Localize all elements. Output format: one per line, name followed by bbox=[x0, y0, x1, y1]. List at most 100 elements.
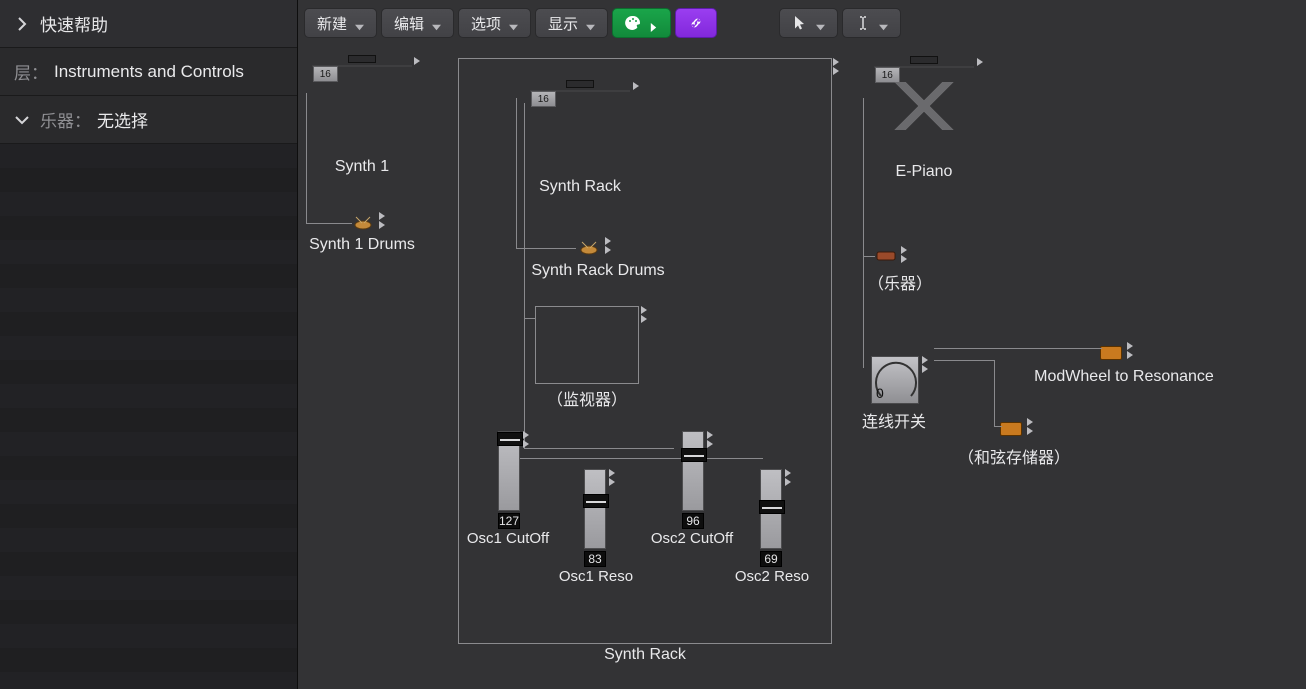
monitor-label: （监视器） bbox=[535, 386, 639, 410]
fader-port[interactable] bbox=[608, 467, 622, 487]
wire bbox=[306, 223, 352, 224]
channel-cell[interactable]: 16 bbox=[313, 66, 338, 82]
edit-menu[interactable]: 编辑 bbox=[381, 8, 454, 38]
synth1-channel-grid[interactable]: 12345678910111213141516 bbox=[312, 65, 412, 67]
sidebar: 快速帮助 层： Instruments and Controls 乐器： 无选择 bbox=[0, 0, 298, 689]
synth1-drums-port[interactable] bbox=[378, 210, 392, 230]
synth-rack-port[interactable] bbox=[632, 80, 646, 100]
osc1-reso-fader[interactable]: 83 bbox=[584, 469, 606, 567]
environment-canvas[interactable]: 新建 编辑 选项 显示 bbox=[298, 0, 1306, 689]
synth-rack-channel-grid[interactable]: 12345678910111213141516 bbox=[530, 90, 630, 92]
fader-port[interactable] bbox=[522, 429, 536, 449]
osc1-cutoff-value: 127 bbox=[498, 513, 520, 529]
instrument-label: 乐器： bbox=[40, 107, 91, 132]
instrument-row[interactable]: 乐器： 无选择 bbox=[0, 96, 297, 144]
layer-value: Instruments and Controls bbox=[54, 62, 244, 82]
synth1-object[interactable]: 12345678910111213141516 bbox=[312, 55, 412, 67]
wire bbox=[994, 360, 995, 426]
modwheel-label: ModWheel to Resonance bbox=[1024, 368, 1224, 386]
patch-canvas[interactable]: Synth Rack 12345678910111213141516 Synth… bbox=[298, 48, 1306, 689]
channel-cell[interactable]: 16 bbox=[875, 67, 900, 83]
synth-rack-drums-port[interactable] bbox=[604, 235, 618, 255]
group-out-port[interactable] bbox=[832, 56, 846, 76]
chord-mem-object[interactable] bbox=[1000, 422, 1022, 436]
cable-switch-object[interactable]: 0 bbox=[871, 356, 919, 404]
cable-switch-port[interactable] bbox=[921, 354, 935, 374]
sidebar-empty bbox=[0, 144, 297, 689]
options-menu[interactable]: 选项 bbox=[458, 8, 531, 38]
wire bbox=[516, 248, 576, 249]
epiano-port[interactable] bbox=[976, 56, 990, 76]
synth1-port[interactable] bbox=[413, 55, 427, 75]
epiano-object[interactable]: 12345678910111213141516 bbox=[874, 56, 974, 68]
new-menu[interactable]: 新建 bbox=[304, 8, 377, 38]
text-tool[interactable] bbox=[842, 8, 901, 38]
wire bbox=[934, 360, 994, 361]
synth1-drums-label: Synth 1 Drums bbox=[292, 236, 432, 254]
chord-mem-label: （和弦存储器） bbox=[954, 444, 1074, 468]
caret-down-icon bbox=[586, 19, 595, 28]
instrument-stub-port[interactable] bbox=[900, 244, 914, 264]
epiano-header bbox=[874, 56, 974, 66]
cable-switch-value: 0 bbox=[876, 385, 884, 401]
modwheel-object[interactable] bbox=[1100, 346, 1122, 360]
text-cursor-icon bbox=[855, 15, 871, 31]
link-button[interactable] bbox=[675, 8, 717, 38]
synth1-label: Synth 1 bbox=[292, 158, 432, 176]
pointer-icon bbox=[792, 15, 808, 31]
wire bbox=[516, 98, 517, 248]
toolbar: 新建 编辑 选项 显示 bbox=[304, 6, 1300, 40]
wire bbox=[513, 458, 763, 459]
view-menu[interactable]: 显示 bbox=[535, 8, 608, 38]
wire bbox=[863, 256, 875, 257]
caret-down-icon bbox=[355, 19, 364, 28]
link-icon bbox=[688, 15, 704, 31]
view-label: 显示 bbox=[548, 13, 578, 34]
osc2-cutoff-label: Osc2 CutOff bbox=[642, 530, 742, 547]
options-label: 选项 bbox=[471, 13, 501, 34]
monitor-object[interactable] bbox=[535, 306, 639, 384]
layer-label: 层： bbox=[14, 59, 48, 84]
midi-activity-button[interactable] bbox=[612, 8, 671, 38]
wire bbox=[524, 318, 536, 319]
chord-mem-port[interactable] bbox=[1026, 416, 1040, 436]
fader-port[interactable] bbox=[784, 467, 798, 487]
osc2-cutoff-fader[interactable]: 96 bbox=[682, 431, 704, 529]
drum-icon[interactable] bbox=[352, 213, 374, 231]
chevron-right-icon bbox=[14, 16, 30, 32]
monitor-port[interactable] bbox=[640, 304, 654, 324]
synth-rack-header bbox=[530, 80, 630, 90]
edit-label: 编辑 bbox=[394, 13, 424, 34]
modwheel-port[interactable] bbox=[1126, 340, 1140, 360]
fader-port[interactable] bbox=[706, 429, 720, 449]
instrument-stub-label: （乐器） bbox=[850, 270, 950, 294]
synth-rack-drums-label: Synth Rack Drums bbox=[508, 262, 688, 280]
instrument-value: 无选择 bbox=[97, 107, 148, 132]
wire bbox=[524, 103, 525, 448]
channel-cell[interactable]: 16 bbox=[531, 91, 556, 107]
wire bbox=[994, 426, 1002, 427]
osc1-reso-label: Osc1 Reso bbox=[546, 568, 646, 585]
quick-help-label: 快速帮助 bbox=[40, 11, 108, 36]
osc1-cutoff-fader[interactable]: 127 bbox=[498, 431, 520, 529]
osc1-cutoff-label: Osc1 CutOff bbox=[458, 530, 558, 547]
chevron-down-icon bbox=[14, 112, 30, 128]
palette-icon bbox=[625, 15, 641, 31]
caret-down-icon bbox=[879, 19, 888, 28]
epiano-channel-grid[interactable]: 12345678910111213141516 bbox=[874, 66, 974, 68]
epiano-label: E-Piano bbox=[854, 163, 994, 181]
wire bbox=[863, 98, 864, 368]
epiano-disabled-overlay bbox=[874, 82, 974, 130]
osc2-reso-fader[interactable]: 69 bbox=[760, 469, 782, 567]
drum-icon[interactable] bbox=[578, 238, 600, 256]
pointer-tool[interactable] bbox=[779, 8, 838, 38]
caret-right-icon bbox=[649, 19, 658, 28]
instrument-stub-icon[interactable] bbox=[876, 248, 896, 262]
layer-row[interactable]: 层： Instruments and Controls bbox=[0, 48, 297, 96]
synth-rack-object[interactable]: 12345678910111213141516 bbox=[530, 80, 630, 92]
caret-down-icon bbox=[816, 19, 825, 28]
osc2-reso-label: Osc2 Reso bbox=[722, 568, 822, 585]
caret-down-icon bbox=[509, 19, 518, 28]
quick-help-row[interactable]: 快速帮助 bbox=[0, 0, 297, 48]
cable-switch-label: 连线开关 bbox=[844, 408, 944, 432]
